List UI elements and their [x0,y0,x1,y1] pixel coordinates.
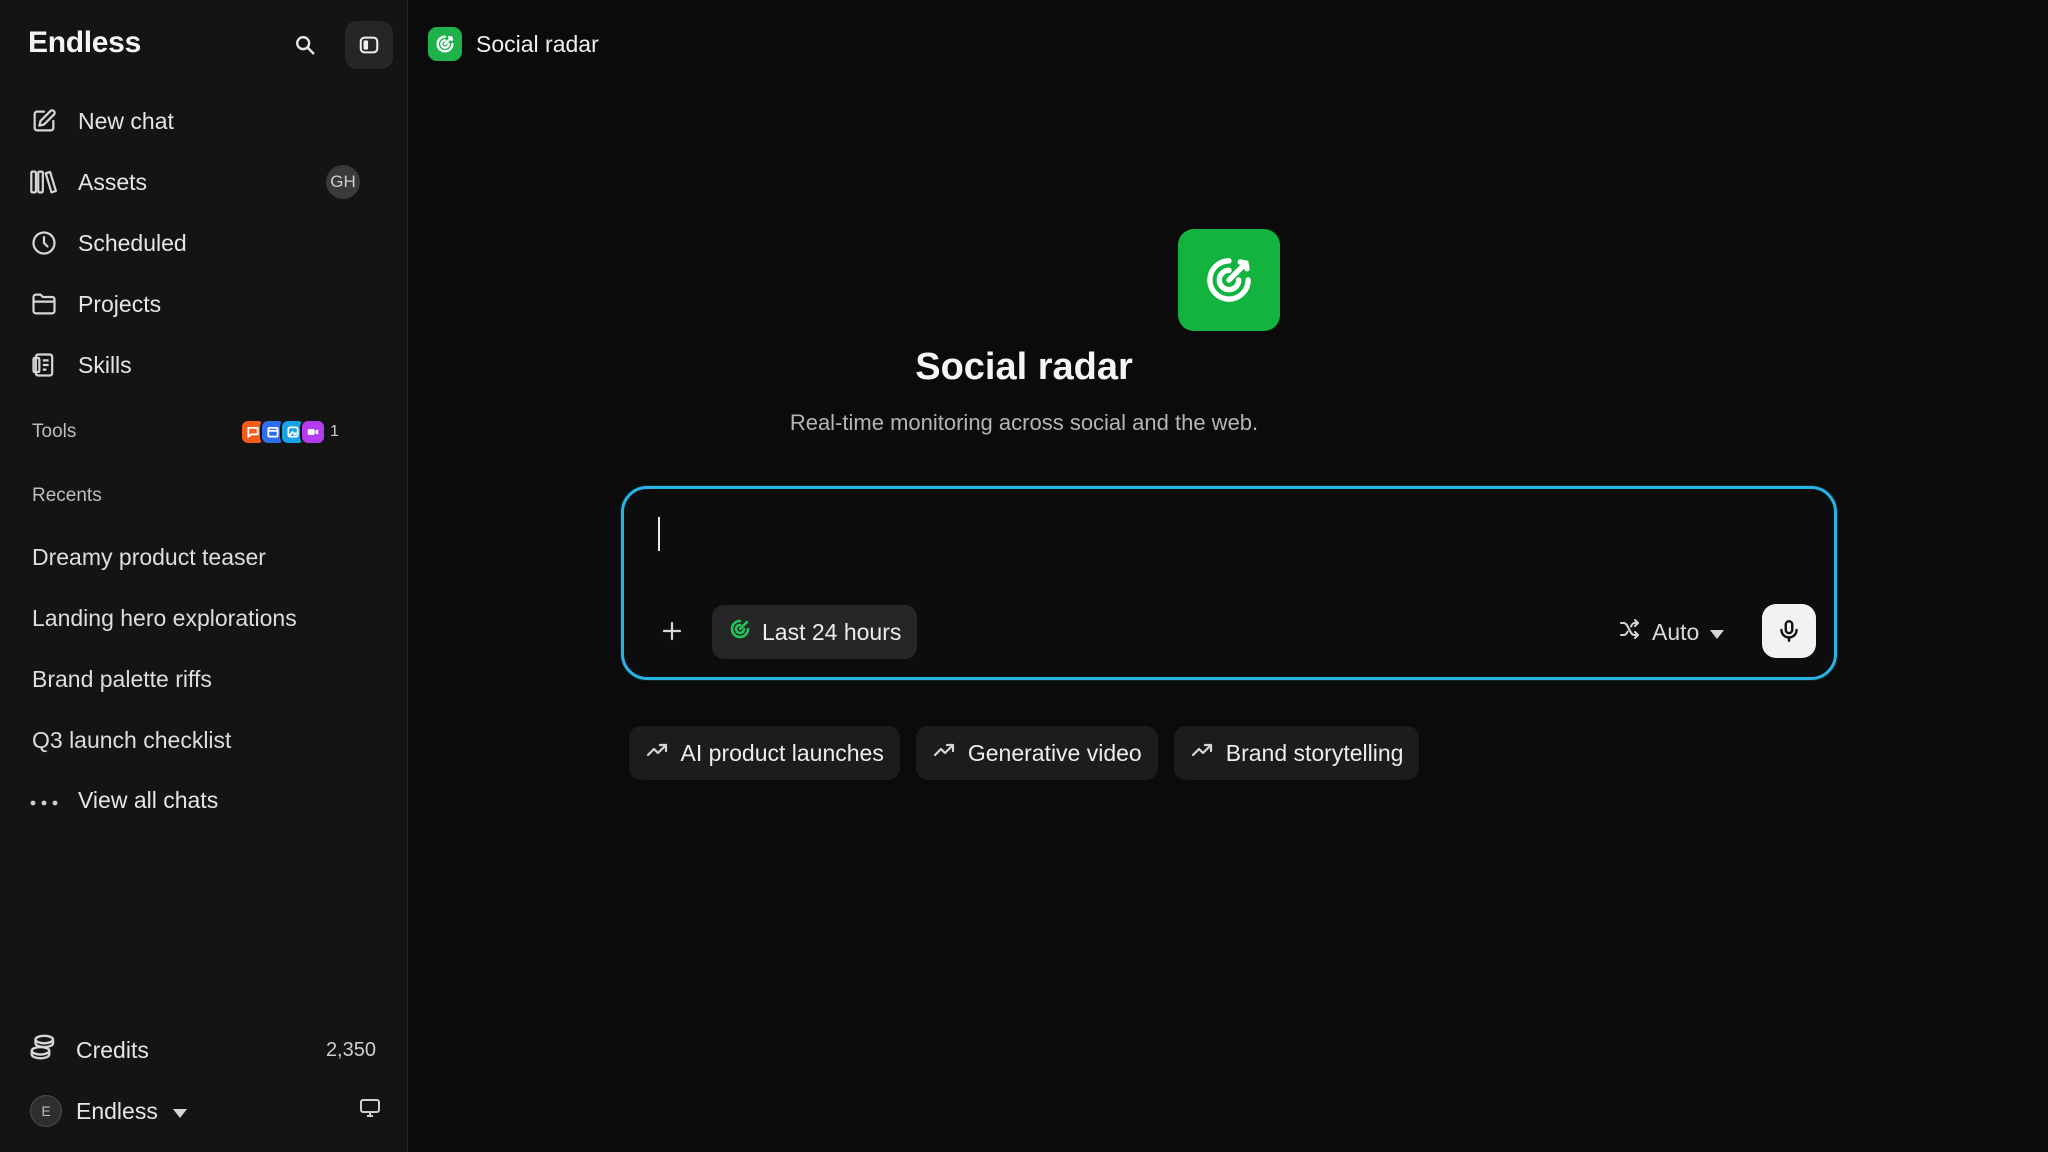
recents-label: Recents [32,485,102,506]
nav-assets[interactable]: Assets GH [28,158,388,206]
trending-up-icon [645,738,669,768]
trending-up-icon [932,738,956,768]
page-title: Social radar [915,346,1133,388]
library-icon [28,166,60,198]
voice-input-button[interactable] [1762,604,1816,658]
suggestion-label: AI product launches [680,739,884,766]
search-button[interactable] [288,28,322,62]
nav-label: Assets [78,168,148,195]
credits-row[interactable]: Credits 2,350 [28,1026,376,1074]
shuffle-icon [1618,617,1642,647]
nav-label: Projects [78,290,162,317]
suggestion-chip[interactable]: Brand storytelling [1173,726,1420,780]
suggestion-chip[interactable]: Generative video [915,726,1158,780]
radar-app-icon [428,27,462,61]
prompt-composer: Last 24 hours Auto [621,486,1837,680]
credits-label: Credits [76,1036,149,1063]
nav-label: Scheduled [78,229,187,256]
trending-up-icon [1190,738,1214,768]
caret-down-icon [172,1098,188,1125]
brand-logo[interactable]: Endless [28,26,141,60]
folder-icon [28,288,60,320]
suggestion-chip[interactable]: AI product launches [628,726,900,780]
model-label: Auto [1652,618,1700,645]
microphone-icon [1780,620,1798,642]
coins-icon [28,1032,58,1068]
radar-icon [728,617,752,647]
view-all-chats-link[interactable]: View all chats [28,776,218,824]
clock-icon [28,227,60,259]
time-range-label: Last 24 hours [762,618,902,645]
edit-icon [28,105,60,137]
avatar-badge[interactable]: GH [326,165,360,199]
caret-down-icon [1709,619,1725,646]
account-name: Endless [76,1097,158,1124]
recent-chat-item[interactable]: Brand palette riffs [32,666,212,693]
nav-projects[interactable]: Projects [28,280,388,328]
recent-chat-item[interactable]: Dreamy product teaser [32,544,266,571]
plus-icon [662,621,682,641]
radar-hero-icon [1178,229,1280,331]
sidebar: Endless New chat Assets GH Scheduled Pro… [0,0,408,1152]
avatar: E [30,1095,62,1127]
add-attachment-button[interactable] [654,613,690,649]
more-dots-icon [28,787,60,814]
recent-chat-item[interactable]: Landing hero explorations [32,605,297,632]
current-app-header[interactable]: Social radar [428,26,599,62]
sidebar-panel-icon [359,36,379,54]
search-icon [296,36,315,55]
suggestion-label: Generative video [967,739,1142,766]
app-title: Social radar [476,30,599,57]
sidebar-toggle-button[interactable] [345,21,393,69]
nav-label: New chat [78,107,174,134]
prompt-input[interactable] [650,511,1810,567]
nav-scheduled[interactable]: Scheduled [28,219,388,267]
model-selector[interactable]: Auto [1618,613,1725,651]
suggestion-label: Brand storytelling [1225,739,1404,766]
monitor-icon[interactable] [358,1096,382,1126]
time-range-chip[interactable]: Last 24 hours [712,605,918,659]
app-root: Endless New chat Assets GH Scheduled Pro… [0,0,2048,1152]
nav-new-chat[interactable]: New chat [28,97,388,145]
page-subtitle: Real-time monitoring across social and t… [789,410,1259,435]
view-all-label: View all chats [78,786,219,813]
text-caret [658,517,660,551]
credits-value: 2,350 [325,1038,376,1061]
account-switcher[interactable]: E Endless [30,1087,382,1135]
suggestion-chips: AI product launches Generative video Bra… [0,726,2048,780]
